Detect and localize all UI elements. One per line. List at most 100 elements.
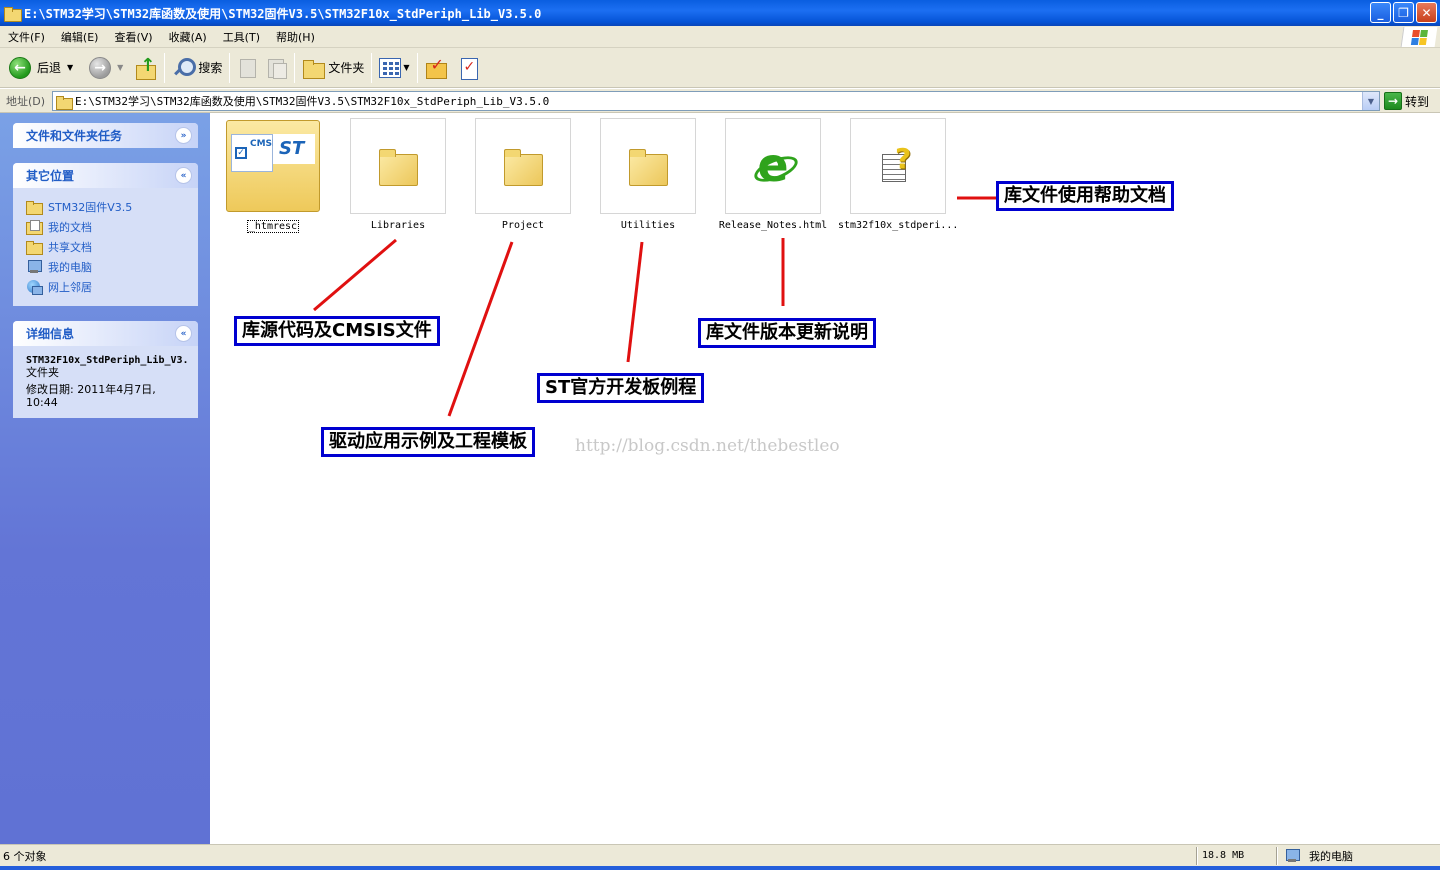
minimize-button[interactable]: _ [1370, 2, 1391, 23]
file-name: Release_Notes.html [718, 220, 828, 231]
close-button[interactable]: ✕ [1416, 2, 1437, 23]
address-path: E:\STM32学习\STM32库函数及使用\STM32固件V3.5\STM32… [75, 95, 550, 108]
details-name: STM32F10x_StdPeriph_Lib_V3.5.0 [26, 355, 188, 366]
place-label: 我的文档 [48, 221, 92, 234]
place-item-my-computer[interactable]: 我的电脑 [26, 257, 188, 277]
title-bar[interactable]: E:\STM32学习\STM32库函数及使用\STM32固件V3.5\STM32… [0, 0, 1440, 26]
file-view[interactable]: ✓ CMSIS ST _htmresc Libraries Project Ut… [210, 113, 1440, 844]
file-item-htmresc[interactable]: ✓ CMSIS ST _htmresc [213, 118, 333, 233]
windows-logo-icon [1400, 27, 1438, 47]
sync-folder-icon [425, 55, 447, 79]
place-item-firmware[interactable]: STM32固件V3.5 [26, 197, 188, 217]
menu-favorites[interactable]: 收藏(A) [161, 29, 215, 45]
task-pane: 文件和文件夹任务 » 其它位置 « STM32固件V3.5 我的文档 共享文档 [0, 113, 210, 844]
move-to-icon [237, 57, 259, 79]
cmsis-logo-icon: ✓ CMSIS [231, 134, 282, 172]
back-button[interactable]: ← 后退 ▼ [6, 51, 76, 85]
menu-view[interactable]: 查看(V) [106, 29, 160, 45]
menu-help[interactable]: 帮助(H) [268, 29, 323, 45]
expand-chevron-icon[interactable]: » [175, 127, 192, 144]
collapse-chevron-icon[interactable]: « [175, 325, 192, 342]
copy-to-button[interactable] [262, 51, 290, 85]
toolbar-separator [371, 52, 373, 83]
place-label: 共享文档 [48, 241, 92, 254]
other-places-title: 其它位置 [26, 169, 75, 183]
cmsis-folder-icon: ✓ CMSIS ST [226, 120, 320, 212]
menu-bar: 文件(F) 编辑(E) 查看(V) 收藏(A) 工具(T) 帮助(H) [0, 26, 1440, 48]
search-label: 搜索 [198, 61, 223, 75]
search-button[interactable]: 搜索 [169, 51, 225, 85]
place-item-my-documents[interactable]: 我的文档 [26, 217, 188, 237]
address-dropdown-icon[interactable]: ▼ [1362, 92, 1379, 110]
views-dropdown-icon[interactable]: ▼ [403, 63, 409, 72]
back-dropdown-icon[interactable]: ▼ [67, 63, 73, 72]
status-size: 18.8 MB [1202, 850, 1245, 861]
file-item-help-doc[interactable]: stm32f10x_stdperi... [838, 118, 958, 231]
place-item-network[interactable]: 网上邻居 [26, 277, 188, 297]
folder-icon [379, 148, 418, 186]
menu-edit[interactable]: 编辑(E) [53, 29, 107, 45]
taskbar-edge [0, 866, 1440, 870]
folders-label: 文件夹 [328, 61, 365, 75]
help-file-icon [878, 142, 918, 186]
forward-arrow-icon: → [89, 56, 112, 79]
go-label: 转到 [1405, 94, 1430, 109]
file-item-release-notes[interactable]: Release_Notes.html [713, 118, 833, 231]
file-item-libraries[interactable]: Libraries [338, 118, 458, 231]
up-folder-button[interactable] [132, 51, 160, 85]
file-tasks-panel: 文件和文件夹任务 » [13, 123, 198, 148]
st-logo-icon: ST [273, 134, 315, 164]
go-arrow-icon: → [1384, 92, 1402, 110]
go-button[interactable]: → 转到 [1384, 92, 1429, 110]
status-separator [1276, 847, 1278, 865]
folder-icon [56, 95, 73, 110]
details-type: 文件夹 [26, 366, 59, 379]
status-object-count: 6 个对象 [3, 849, 47, 863]
collapse-chevron-icon[interactable]: « [175, 167, 192, 184]
up-folder-icon [135, 55, 157, 80]
address-bar: 地址(D) E:\STM32学习\STM32库函数及使用\STM32固件V3.5… [0, 89, 1440, 113]
thumbnail [475, 118, 571, 214]
status-zone-label: 我的电脑 [1309, 849, 1353, 863]
status-bar: 6 个对象 18.8 MB 我的电脑 [0, 844, 1440, 866]
forward-dropdown-icon[interactable]: ▼ [117, 63, 123, 72]
views-button[interactable]: ▼ [376, 51, 412, 85]
computer-icon [1284, 848, 1300, 863]
place-label: 网上邻居 [48, 281, 92, 294]
thumbnail [600, 118, 696, 214]
other-places-panel: 其它位置 « STM32固件V3.5 我的文档 共享文档 我的电脑 网上邻居 [13, 163, 198, 306]
forward-button[interactable]: → ▼ [86, 51, 126, 85]
details-panel: 详细信息 « STM32F10x_StdPeriph_Lib_V3.5.0 文件… [13, 321, 198, 418]
file-name: _htmresc [246, 220, 300, 233]
network-icon [26, 280, 43, 295]
file-name: Project [501, 220, 545, 231]
toolbar-separator [294, 52, 296, 83]
details-title: 详细信息 [26, 327, 75, 341]
folders-button[interactable]: 文件夹 [299, 51, 367, 85]
folder-icon [629, 148, 668, 186]
maximize-button[interactable]: ❐ [1393, 2, 1414, 23]
check-button[interactable] [456, 51, 482, 85]
thumbnail [725, 118, 821, 214]
sync-button[interactable] [422, 51, 450, 85]
toolbar-separator [416, 52, 418, 83]
menu-tools[interactable]: 工具(T) [215, 29, 268, 45]
file-item-utilities[interactable]: Utilities [588, 118, 708, 231]
move-to-button[interactable] [234, 51, 262, 85]
file-item-project[interactable]: Project [463, 118, 583, 231]
back-arrow-icon: ← [9, 56, 31, 79]
annotation-help-doc: 库文件使用帮助文档 [996, 181, 1174, 211]
other-places-header[interactable]: 其它位置 « [13, 163, 198, 188]
menu-file[interactable]: 文件(F) [0, 29, 53, 45]
folder-icon [26, 200, 43, 215]
address-input[interactable]: E:\STM32学习\STM32库函数及使用\STM32固件V3.5\STM32… [52, 91, 1380, 111]
file-tasks-header[interactable]: 文件和文件夹任务 » [13, 123, 198, 148]
address-label: 地址(D) [6, 94, 46, 108]
thumbnail: ✓ CMSIS ST [225, 118, 321, 214]
place-item-shared-documents[interactable]: 共享文档 [26, 237, 188, 257]
thumbnail [850, 118, 946, 214]
annotation-release-notes: 库文件版本更新说明 [698, 318, 876, 348]
watermark: http://blog.csdn.net/thebestleo [575, 436, 840, 456]
toolbar-separator [164, 52, 166, 83]
details-header[interactable]: 详细信息 « [13, 321, 198, 346]
